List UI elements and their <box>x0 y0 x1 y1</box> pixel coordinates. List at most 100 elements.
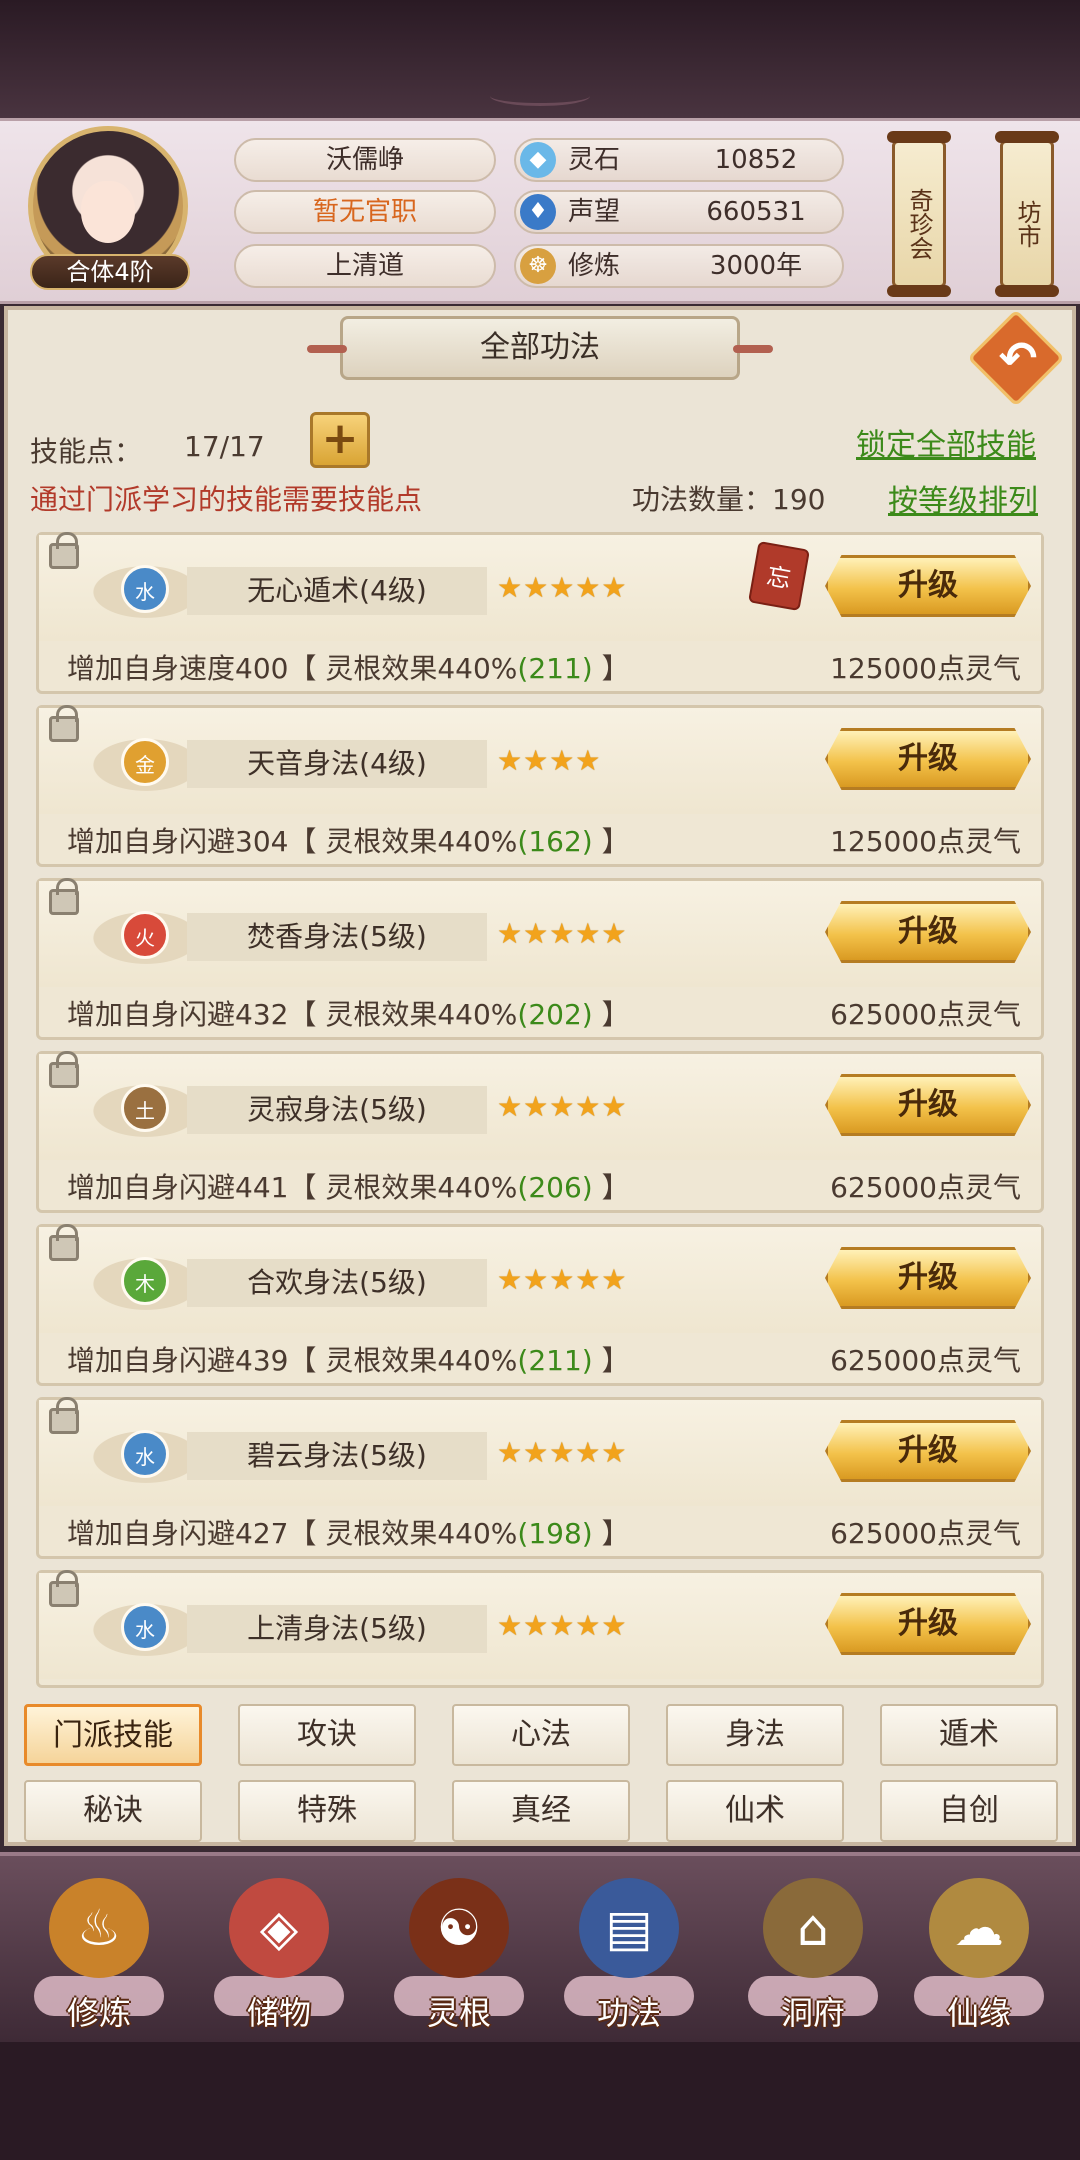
skill-stars: ★★★★★ <box>497 1436 628 1469</box>
desc-text: 增加自身闪避439【 灵根效果440% <box>67 1344 518 1377</box>
desc-text: 增加自身闪避441【 灵根效果440% <box>67 1171 518 1204</box>
resource-value: 10852 <box>714 145 798 175</box>
nav-item-0[interactable]: ♨ 修炼 <box>24 1858 174 2038</box>
sort-by-level-link[interactable]: 按等级排列 <box>888 476 1038 520</box>
player-rank-badge: 合体4阶 <box>30 254 190 290</box>
desc-bracket: 】 <box>592 825 630 858</box>
bottom-band <box>0 2042 1080 2160</box>
category-tab[interactable]: 身法 <box>666 1704 844 1766</box>
plus-icon: + <box>321 413 359 464</box>
lock-icon[interactable] <box>49 878 79 915</box>
desc-text: 增加自身闪避304【 灵根效果440% <box>67 825 518 858</box>
upgrade-button[interactable]: 升级 <box>825 1593 1031 1655</box>
upgrade-button[interactable]: 升级 <box>825 1074 1031 1136</box>
nav-item-2[interactable]: ☯ 灵根 <box>384 1858 534 2038</box>
resource-value: 660531 <box>706 197 806 227</box>
category-tab[interactable]: 真经 <box>452 1780 630 1842</box>
resource-label: 声望 <box>568 197 621 227</box>
nav-label: 储物 <box>246 1994 311 2032</box>
skill-description: 增加自身闪避427【 灵根效果440%(198) 】 <box>67 1512 630 1552</box>
nav-label: 功法 <box>596 1994 661 2032</box>
back-arrow-icon: ↶ <box>998 331 1038 385</box>
skill-card[interactable]: 水碧云身法(5级) ★★★★★ 升级增加自身闪避427【 灵根效果440%(198)… <box>36 1397 1044 1559</box>
desc-text: 增加自身速度400【 灵根效果440% <box>67 652 518 685</box>
spirit-stone-icon: ◆ <box>520 142 556 178</box>
element-badge: 火 <box>121 911 169 959</box>
root-bonus-value: (211) <box>517 652 593 685</box>
resource-label: 灵石 <box>568 145 621 175</box>
market-button[interactable]: 坊市 <box>995 131 1059 297</box>
top-ornament <box>490 86 590 106</box>
skill-stars: ★★★★★ <box>497 1263 628 1296</box>
nav-item-4[interactable]: ⌂ 洞府 <box>738 1858 888 2038</box>
skill-name: 焚香身法(5级) <box>187 913 487 961</box>
skill-card[interactable]: 水无心遁术(4级) ★★★★★ 忘升级 增加自身速度400【 灵根效果440%(211… <box>36 532 1044 694</box>
panel-title: 全部功法 <box>307 316 773 380</box>
skill-card[interactable]: 水上清身法(5级) ★★★★★ 升级 <box>36 1570 1044 1688</box>
upgrade-button[interactable]: 升级 <box>825 728 1031 790</box>
lock-icon[interactable] <box>49 1570 79 1607</box>
skill-name: 天音身法(4级) <box>187 740 487 788</box>
nav-item-3[interactable]: ▤ 功法 <box>554 1858 704 2038</box>
upgrade-button[interactable]: 升级 <box>825 1247 1031 1309</box>
skill-name: 碧云身法(5级) <box>187 1432 487 1480</box>
nav-item-5[interactable]: ☁ 仙缘 <box>904 1858 1054 2038</box>
element-badge: 木 <box>121 1257 169 1305</box>
lock-icon[interactable] <box>49 532 79 569</box>
skill-card[interactable]: 木合欢身法(5级) ★★★★★ 升级增加自身闪避439【 灵根效果440%(211)… <box>36 1224 1044 1386</box>
upgrade-button[interactable]: 升级 <box>825 555 1031 617</box>
skill-points-value: 17/17 <box>184 430 265 463</box>
upgrade-cost: 625000点灵气 <box>830 1344 1021 1377</box>
lock-icon[interactable] <box>49 1397 79 1434</box>
category-tab[interactable]: 遁术 <box>880 1704 1058 1766</box>
lock-icon[interactable] <box>49 1224 79 1261</box>
upgrade-cost: 125000点灵气 <box>830 652 1021 685</box>
category-tab[interactable]: 特殊 <box>238 1780 416 1842</box>
category-tab[interactable]: 秘诀 <box>24 1780 202 1842</box>
skill-name: 无心遁术(4级) <box>187 567 487 615</box>
skill-count: 功法数量：190 <box>632 483 826 516</box>
nav-item-1[interactable]: ◈ 储物 <box>204 1858 354 2038</box>
skill-description: 增加自身闪避432【 灵根效果440%(202) 】 <box>67 993 630 1033</box>
top-band <box>0 0 1080 120</box>
category-tab[interactable]: 门派技能 <box>24 1704 202 1766</box>
category-tab[interactable]: 攻诀 <box>238 1704 416 1766</box>
forget-skill-button[interactable]: 忘 <box>748 540 810 612</box>
add-skill-points-button[interactable]: + <box>310 412 370 468</box>
skill-points-label: 技能点： <box>30 435 143 468</box>
skill-description: 增加自身闪避304【 灵根效果440%(162) 】 <box>67 820 630 860</box>
skill-card[interactable]: 火焚香身法(5级) ★★★★★ 升级 增加自身闪避432【 灵根效果440%(202)… <box>36 878 1044 1040</box>
skill-card[interactable]: 土灵寂身法(5级) ★★★★★ 升级 增加自身闪避441【 灵根效果440%(206)… <box>36 1051 1044 1213</box>
desc-bracket: 】 <box>592 652 630 685</box>
immortal-fate-icon: ☁ <box>929 1878 1029 1978</box>
skill-description: 增加自身速度400【 灵根效果440%(211) 】 <box>67 647 630 687</box>
skill-book-icon: ▤ <box>579 1878 679 1978</box>
lock-icon[interactable] <box>49 1051 79 1088</box>
nav-label: 仙缘 <box>946 1994 1011 2032</box>
desc-bracket: 】 <box>592 998 630 1031</box>
root-bonus-value: (198) <box>517 1517 593 1550</box>
upgrade-button[interactable]: 升级 <box>825 901 1031 963</box>
lock-all-skills-link[interactable]: 锁定全部技能 <box>856 420 1036 464</box>
reputation-icon: ♦ <box>520 194 556 230</box>
skill-card[interactable]: 金天音身法(4级) ★★★★ 升级 增加自身闪避304【 灵根效果440%(162) … <box>36 705 1044 867</box>
desc-text: 增加自身闪避432【 灵根效果440% <box>67 998 518 1031</box>
skill-stars: ★★★★ <box>497 744 602 777</box>
skill-stars: ★★★★★ <box>497 571 628 604</box>
category-tab[interactable]: 自创 <box>880 1780 1058 1842</box>
skill-description: 增加自身闪避439【 灵根效果440%(211) 】 <box>67 1339 630 1379</box>
element-badge: 水 <box>121 1430 169 1478</box>
root-bonus-value: (206) <box>517 1171 593 1204</box>
nav-label: 灵根 <box>426 1994 491 2032</box>
treasure-fair-button[interactable]: 奇珍会 <box>887 131 951 297</box>
resource-cultivation: ☸ 修炼 3000年 <box>514 244 844 288</box>
category-tab[interactable]: 心法 <box>452 1704 630 1766</box>
upgrade-cost: 625000点灵气 <box>830 1171 1021 1204</box>
category-tab[interactable]: 仙术 <box>666 1780 844 1842</box>
desc-text: 增加自身闪避427【 灵根效果440% <box>67 1517 518 1550</box>
upgrade-button[interactable]: 升级 <box>825 1420 1031 1482</box>
skill-name: 合欢身法(5级) <box>187 1259 487 1307</box>
avatar-face <box>81 181 135 243</box>
cultivate-icon: ♨ <box>49 1878 149 1978</box>
lock-icon[interactable] <box>49 705 79 742</box>
